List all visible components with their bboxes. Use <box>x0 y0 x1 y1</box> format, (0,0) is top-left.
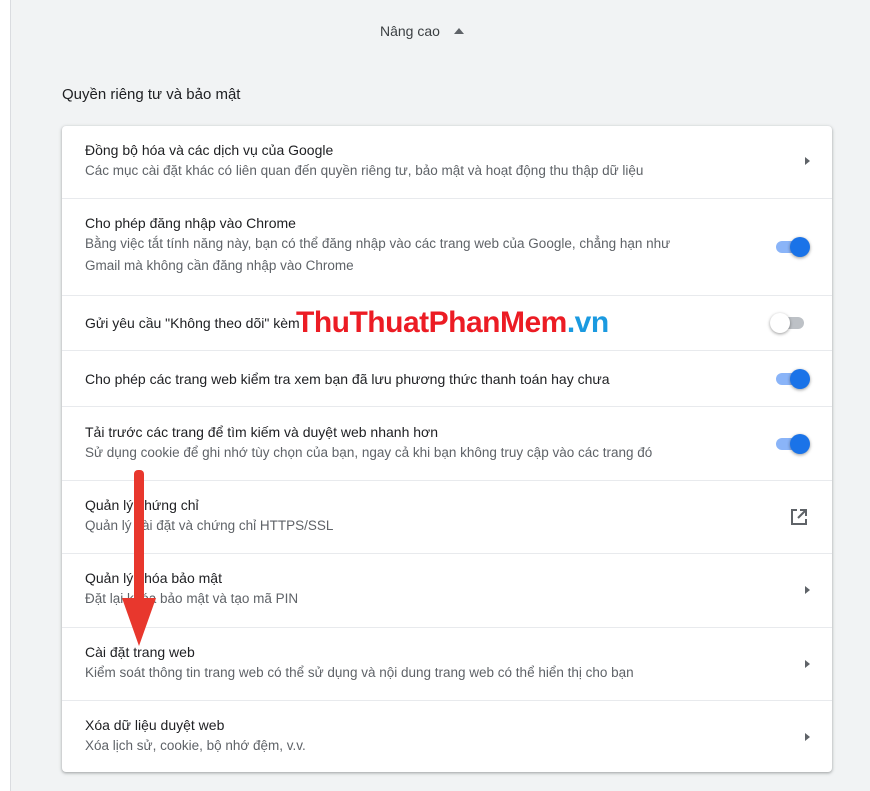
toggle-switch-on[interactable] <box>774 237 810 257</box>
row-subtitle: Xóa lịch sử, cookie, bộ nhớ đệm, v.v. <box>85 738 306 753</box>
row-subtitle: Gmail mà không cần đăng nhập vào Chrome <box>85 258 354 273</box>
chevron-right-icon[interactable] <box>805 660 810 668</box>
privacy-security-card: Đồng bộ hóa và các dịch vụ của Google Cá… <box>62 126 832 772</box>
section-title: Quyền riêng tư và bảo mật <box>62 86 241 103</box>
row-subtitle: Bằng việc tắt tính năng này, bạn có thể … <box>85 236 671 251</box>
row-title: Đồng bộ hóa và các dịch vụ của Google <box>85 142 334 158</box>
row-subtitle: Quản lý cài đặt và chứng chỉ HTTPS/SSL <box>85 518 334 533</box>
advanced-toggle[interactable]: Nâng cao <box>380 18 510 44</box>
row-subtitle: Sử dụng cookie để ghi nhớ tùy chọn của b… <box>85 445 653 460</box>
chevron-right-icon[interactable] <box>805 586 810 594</box>
row-title: Tải trước các trang để tìm kiếm và duyệt… <box>85 424 439 440</box>
row-site-settings[interactable]: Cài đặt trang web Kiểm soát thông tin tr… <box>62 627 832 700</box>
row-title: Quản lý khóa bảo mật <box>85 570 222 586</box>
row-title: Cho phép đăng nhập vào Chrome <box>85 215 296 231</box>
row-payment-methods-check[interactable]: Cho phép các trang web kiểm tra xem bạn … <box>62 350 832 406</box>
external-link-icon[interactable] <box>790 508 808 531</box>
row-do-not-track[interactable]: Gửi yêu cầu "Không theo dõi" kèm <box>62 295 832 350</box>
row-title: Cài đặt trang web <box>85 644 195 660</box>
caret-up-icon <box>453 28 464 34</box>
toggle-switch-on[interactable] <box>774 434 810 454</box>
row-title: Xóa dữ liệu duyệt web <box>85 717 225 733</box>
advanced-label: Nâng cao <box>380 23 440 39</box>
row-title: Quản lý chứng chỉ <box>85 497 199 513</box>
row-sync-google-services[interactable]: Đồng bộ hóa và các dịch vụ của Google Cá… <box>62 126 832 198</box>
row-subtitle: Các mục cài đặt khác có liên quan đến qu… <box>85 163 644 178</box>
row-clear-browsing-data[interactable]: Xóa dữ liệu duyệt web Xóa lịch sử, cooki… <box>62 700 832 772</box>
row-subtitle: Đặt lại khóa bảo mật và tạo mã PIN <box>85 591 299 606</box>
row-preload-pages[interactable]: Tải trước các trang để tìm kiếm và duyệt… <box>62 406 832 480</box>
chevron-right-icon[interactable] <box>805 157 810 165</box>
toggle-switch-on[interactable] <box>774 369 810 389</box>
row-allow-chrome-signin[interactable]: Cho phép đăng nhập vào Chrome Bằng việc … <box>62 198 832 295</box>
row-manage-security-keys[interactable]: Quản lý khóa bảo mật Đặt lại khóa bảo mậ… <box>62 553 832 627</box>
row-subtitle: Kiểm soát thông tin trang web có thể sử … <box>85 665 634 680</box>
row-title: Cho phép các trang web kiểm tra xem bạn … <box>85 371 610 387</box>
row-title: Gửi yêu cầu "Không theo dõi" kèm <box>85 315 300 331</box>
chevron-right-icon[interactable] <box>805 733 810 741</box>
row-manage-certificates[interactable]: Quản lý chứng chỉ Quản lý cài đặt và chứ… <box>62 480 832 553</box>
toggle-switch-off[interactable] <box>770 313 806 333</box>
